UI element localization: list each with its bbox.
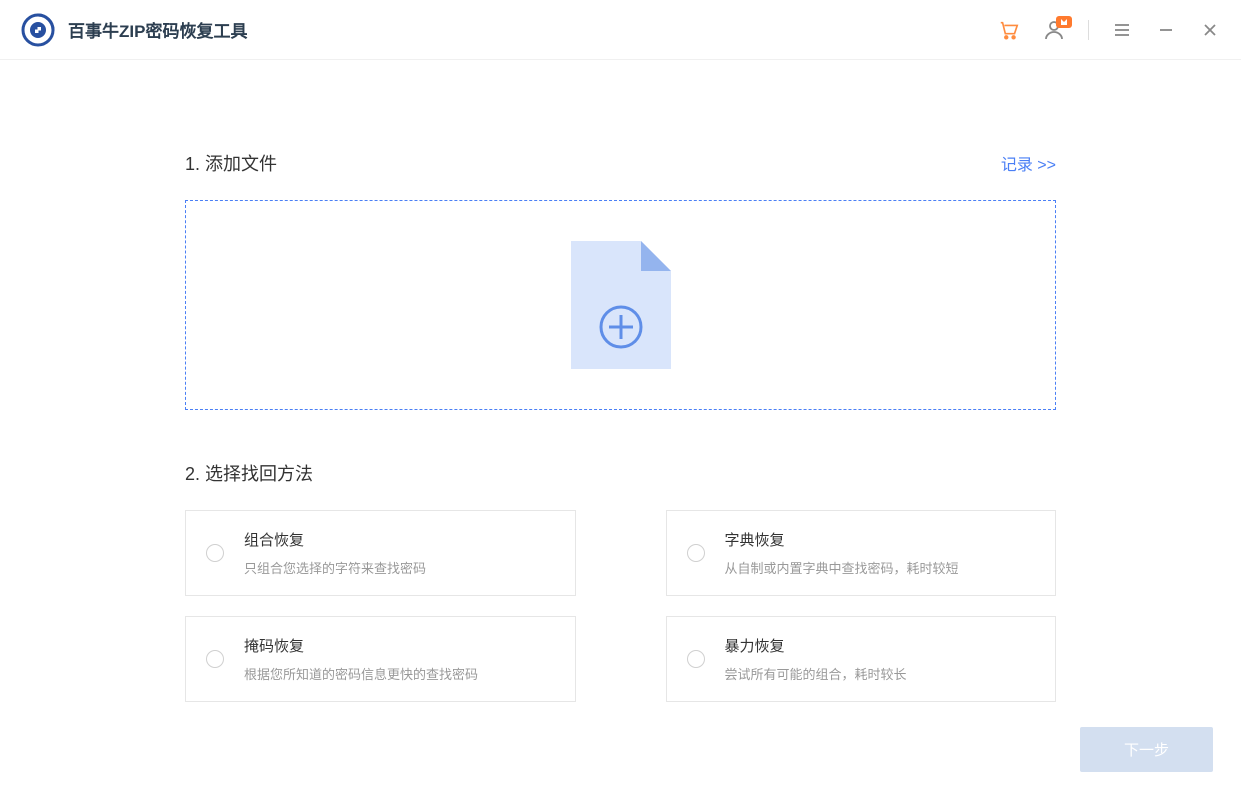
method-desc: 尝试所有可能的组合，耗时较长 <box>725 664 907 683</box>
method-title: 字典恢复 <box>725 529 959 550</box>
section1-header: 1. 添加文件 记录 >> <box>185 150 1056 176</box>
close-icon[interactable] <box>1199 19 1221 41</box>
method-bruteforce[interactable]: 暴力恢复 尝试所有可能的组合，耗时较长 <box>666 616 1057 702</box>
radio-icon <box>206 544 224 562</box>
titlebar-right <box>998 18 1221 42</box>
method-title: 组合恢复 <box>244 529 426 550</box>
app-logo <box>20 12 56 48</box>
footer: 下一步 <box>1080 727 1213 772</box>
radio-icon <box>687 544 705 562</box>
method-desc: 根据您所知道的密码信息更快的查找密码 <box>244 664 478 683</box>
titlebar: 百事牛ZIP密码恢复工具 <box>0 0 1241 60</box>
menu-icon[interactable] <box>1111 19 1133 41</box>
method-mask[interactable]: 掩码恢复 根据您所知道的密码信息更快的查找密码 <box>185 616 576 702</box>
add-file-icon <box>571 241 671 369</box>
method-title: 暴力恢复 <box>725 635 907 656</box>
method-desc: 从自制或内置字典中查找密码，耗时较短 <box>725 558 959 577</box>
method-combination[interactable]: 组合恢复 只组合您选择的字符来查找密码 <box>185 510 576 596</box>
account-icon[interactable] <box>1042 18 1066 42</box>
method-title: 掩码恢复 <box>244 635 478 656</box>
titlebar-left: 百事牛ZIP密码恢复工具 <box>20 12 247 48</box>
section1-title: 1. 添加文件 <box>185 150 277 176</box>
records-link[interactable]: 记录 >> <box>1001 151 1056 175</box>
method-desc: 只组合您选择的字符来查找密码 <box>244 558 426 577</box>
account-badge-icon <box>1056 16 1072 28</box>
divider <box>1088 20 1089 40</box>
minimize-icon[interactable] <box>1155 19 1177 41</box>
app-title: 百事牛ZIP密码恢复工具 <box>68 17 247 42</box>
radio-icon <box>687 650 705 668</box>
next-button[interactable]: 下一步 <box>1080 727 1213 772</box>
methods-grid: 组合恢复 只组合您选择的字符来查找密码 字典恢复 从自制或内置字典中查找密码，耗… <box>185 510 1056 702</box>
cart-icon[interactable] <box>998 19 1020 41</box>
section2-title: 2. 选择找回方法 <box>185 460 1056 486</box>
method-dictionary[interactable]: 字典恢复 从自制或内置字典中查找密码，耗时较短 <box>666 510 1057 596</box>
radio-icon <box>206 650 224 668</box>
file-dropzone[interactable] <box>185 200 1056 410</box>
main-content: 1. 添加文件 记录 >> 2. 选择找回方法 组合恢复 只组合您选择的字符来查… <box>0 60 1241 702</box>
